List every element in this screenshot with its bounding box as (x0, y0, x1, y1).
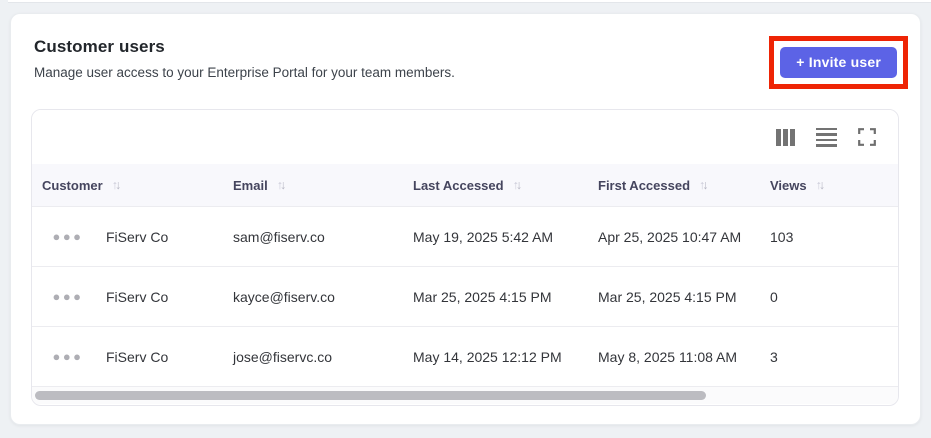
horizontal-scrollbar-thumb[interactable] (35, 391, 706, 400)
cell-views: 0 (770, 288, 778, 305)
horizontal-scrollbar-track[interactable] (32, 386, 898, 404)
table-header-row: Customer ↑↓ Email ↑↓ Last Accessed ↑↓ Fi… (32, 164, 898, 206)
cell-last-accessed: May 19, 2025 5:42 AM (413, 228, 554, 245)
table-row: ●●● FiServ Co sam@fiserv.co May 19, 2025… (32, 206, 898, 266)
column-header-label: Email (233, 177, 268, 193)
table-row: ●●● FiServ Co jose@fiservc.co May 14, 20… (32, 326, 898, 386)
cell-customer: FiServ Co (106, 348, 169, 365)
table-toolbar (32, 110, 898, 164)
table-row: ●●● FiServ Co kayce@fiserv.co Mar 25, 20… (32, 266, 898, 326)
cell-first-accessed: May 8, 2025 11:08 AM (598, 348, 738, 365)
columns-icon[interactable] (776, 128, 795, 146)
fullscreen-icon[interactable] (858, 128, 876, 146)
cell-first-accessed: Mar 25, 2025 4:15 PM (598, 288, 737, 305)
column-header-label: Customer (42, 177, 103, 193)
column-header-label: Views (770, 177, 807, 193)
customer-users-card: Customer users Manage user access to you… (10, 13, 921, 425)
cell-email: kayce@fiserv.co (233, 288, 335, 305)
cell-last-accessed: Mar 25, 2025 4:15 PM (413, 288, 552, 305)
cell-views: 3 (770, 348, 778, 365)
column-header-first-accessed[interactable]: First Accessed ↑↓ (590, 178, 762, 193)
column-header-views[interactable]: Views ↑↓ (762, 178, 898, 193)
sort-icon[interactable]: ↑↓ (699, 178, 709, 192)
users-table: Customer ↑↓ Email ↑↓ Last Accessed ↑↓ Fi… (31, 109, 899, 406)
sort-icon[interactable]: ↑↓ (112, 178, 122, 192)
row-actions-menu-icon[interactable]: ●●● (52, 290, 83, 303)
cell-last-accessed: May 14, 2025 12:12 PM (413, 348, 562, 365)
column-header-label: First Accessed (598, 177, 691, 193)
cell-email: sam@fiserv.co (233, 228, 325, 245)
cell-customer: FiServ Co (106, 228, 169, 245)
row-actions-menu-icon[interactable]: ●●● (52, 350, 83, 363)
invite-user-button[interactable]: + Invite user (780, 47, 897, 78)
column-header-last-accessed[interactable]: Last Accessed ↑↓ (405, 178, 590, 193)
invite-button-annotation-box: + Invite user (769, 36, 908, 89)
sort-icon[interactable]: ↑↓ (277, 178, 287, 192)
sort-icon[interactable]: ↑↓ (513, 178, 523, 192)
column-header-email[interactable]: Email ↑↓ (225, 178, 405, 193)
cell-first-accessed: Apr 25, 2025 10:47 AM (598, 228, 742, 245)
density-icon[interactable] (816, 127, 837, 147)
card-header: Customer users Manage user access to you… (11, 14, 920, 109)
row-actions-menu-icon[interactable]: ●●● (52, 230, 83, 243)
sort-icon[interactable]: ↑↓ (816, 178, 826, 192)
cell-customer: FiServ Co (106, 288, 169, 305)
cell-views: 103 (770, 228, 794, 245)
column-header-customer[interactable]: Customer ↑↓ (32, 178, 225, 193)
top-edge-element (8, 0, 931, 3)
cell-email: jose@fiservc.co (233, 348, 333, 365)
column-header-label: Last Accessed (413, 177, 504, 193)
